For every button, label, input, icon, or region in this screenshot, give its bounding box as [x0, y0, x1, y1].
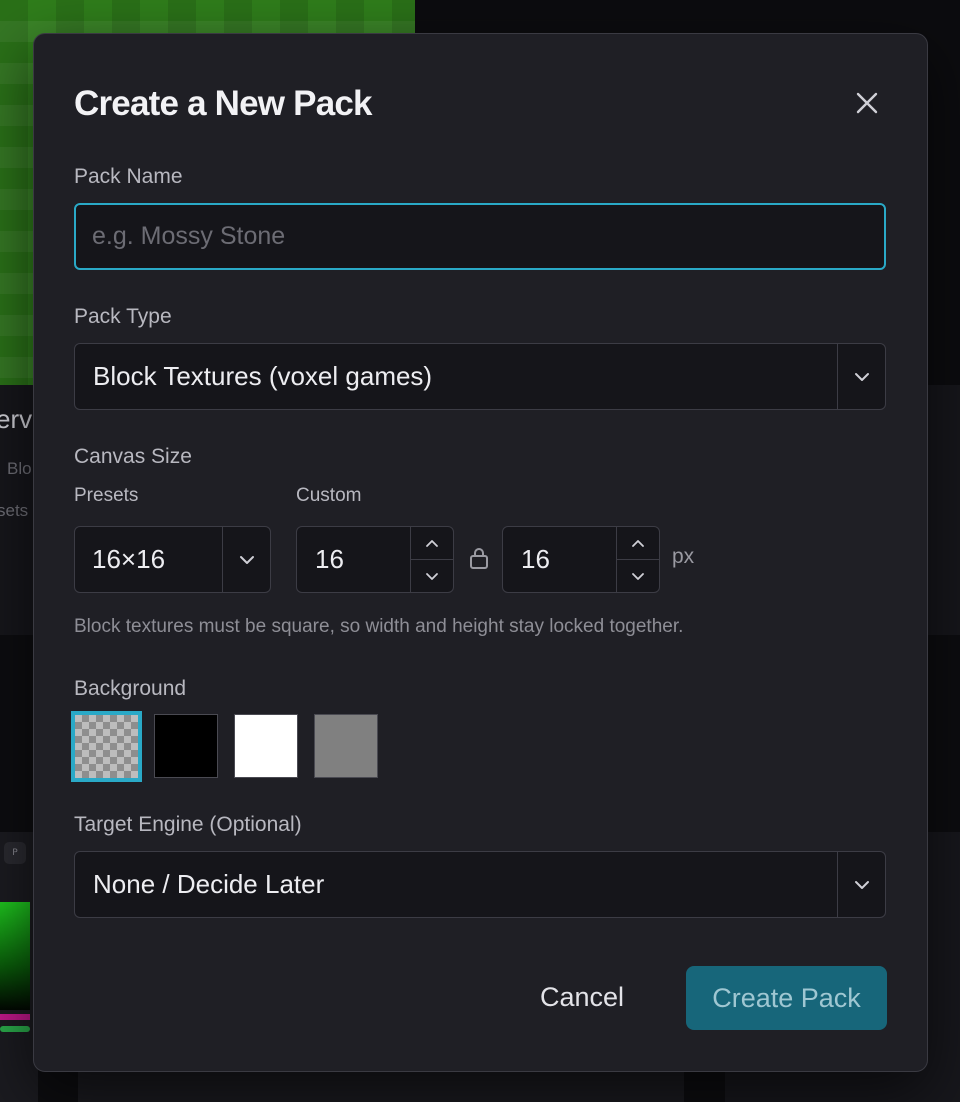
chevron-down-icon — [222, 527, 270, 592]
pack-type-value: Block Textures (voxel games) — [93, 361, 433, 391]
width-decrement-button[interactable] — [411, 560, 453, 592]
swatch-white[interactable] — [234, 714, 298, 778]
lock-icon[interactable] — [468, 546, 490, 570]
chevron-up-icon — [632, 539, 644, 547]
chevron-down-icon — [426, 572, 438, 580]
pack-name-input[interactable] — [74, 203, 886, 270]
pack-type-label: Pack Type — [74, 305, 172, 328]
swatch-transparent[interactable] — [71, 711, 142, 782]
preset-size-value: 16×16 — [92, 544, 166, 574]
custom-label: Custom — [296, 485, 362, 506]
status-strip — [78, 1070, 684, 1102]
chevron-up-icon — [426, 539, 438, 547]
target-engine-value: None / Decide Later — [93, 869, 325, 899]
swatch-gray[interactable] — [314, 714, 378, 778]
background-subtitle: Blo — [7, 459, 32, 478]
height-decrement-button[interactable] — [617, 560, 659, 592]
chevron-down-icon — [837, 852, 885, 917]
picker-chip: P — [4, 842, 26, 864]
alpha-slider — [0, 1026, 30, 1032]
close-icon — [856, 92, 878, 114]
height-stepper — [502, 526, 660, 593]
hue-slider — [0, 1014, 30, 1020]
saturation-area — [0, 902, 30, 1010]
create-pack-button[interactable]: Create Pack — [686, 966, 887, 1030]
pack-name-label: Pack Name — [74, 165, 183, 188]
background-caption: sets — [0, 501, 29, 520]
width-stepper — [296, 526, 454, 593]
create-pack-dialog: Create a New Pack Pack Name Pack Type Bl… — [33, 33, 928, 1072]
background-label: Background — [74, 677, 187, 700]
canvas-size-label: Canvas Size — [74, 445, 192, 468]
close-button[interactable] — [850, 86, 884, 120]
presets-label: Presets — [74, 485, 139, 506]
target-engine-select[interactable]: None / Decide Later — [74, 851, 886, 918]
dialog-title: Create a New Pack — [74, 84, 373, 123]
chevron-down-icon — [632, 572, 644, 580]
pack-name-field — [74, 203, 886, 270]
height-increment-button[interactable] — [617, 527, 659, 560]
background-title: erv — [0, 404, 33, 434]
cancel-button[interactable]: Cancel — [540, 974, 624, 1020]
target-engine-label: Target Engine (Optional) — [74, 813, 302, 836]
width-increment-button[interactable] — [411, 527, 453, 560]
unit-label: px — [672, 545, 695, 568]
height-input[interactable] — [503, 527, 616, 592]
pack-type-select[interactable]: Block Textures (voxel games) — [74, 343, 886, 410]
swatch-black[interactable] — [154, 714, 218, 778]
canvas-size-hint: Block textures must be square, so width … — [74, 616, 684, 637]
width-input[interactable] — [297, 527, 410, 592]
preset-size-select[interactable]: 16×16 — [74, 526, 271, 593]
chevron-down-icon — [837, 344, 885, 409]
